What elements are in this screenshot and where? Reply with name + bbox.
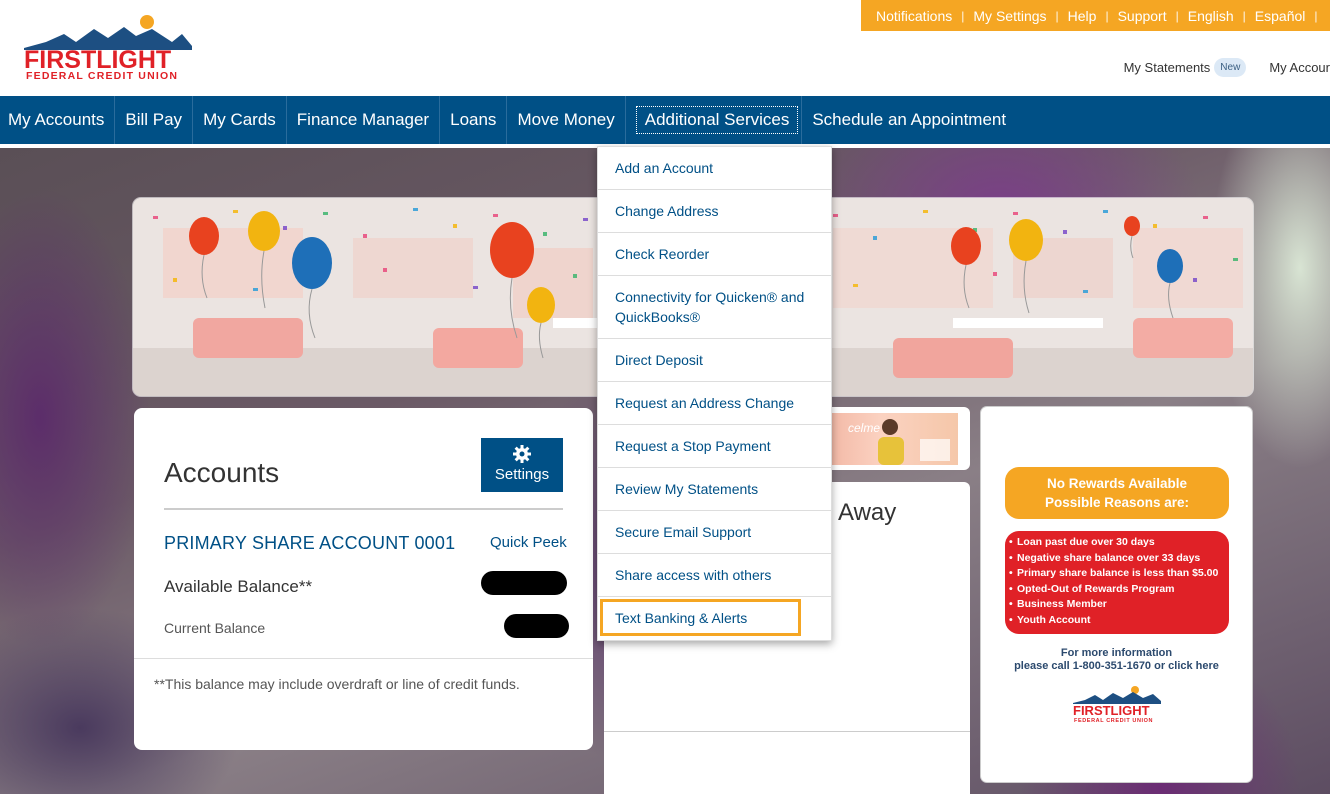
quick-peek-link[interactable]: Quick Peek bbox=[490, 534, 567, 551]
nav-loans[interactable]: Loans bbox=[440, 96, 508, 144]
account-name-link[interactable]: PRIMARY SHARE ACCOUNT 0001 bbox=[164, 533, 455, 554]
separator: | bbox=[1055, 8, 1059, 23]
menu-item-secure-email[interactable]: Secure Email Support bbox=[598, 511, 831, 554]
nav-my-cards[interactable]: My Cards bbox=[193, 96, 287, 144]
menu-item-check-reorder[interactable]: Check Reorder bbox=[598, 233, 831, 276]
main-nav: My Accounts Bill Pay My Cards Finance Ma… bbox=[0, 96, 1330, 144]
gear-icon bbox=[513, 445, 531, 463]
reason-item: Business Member bbox=[1005, 597, 1229, 613]
more-info-line2: please call 1-800-351-1670 or click here bbox=[1014, 660, 1219, 672]
reason-item: Youth Account bbox=[1005, 613, 1229, 629]
site-header: FIRSTLIGHT FEDERAL CREDIT UNION Notifica… bbox=[0, 0, 1330, 96]
additional-services-dropdown: Add an Account Change Address Check Reor… bbox=[597, 146, 832, 641]
svg-text:FEDERAL CREDIT UNION: FEDERAL CREDIT UNION bbox=[1074, 718, 1153, 723]
menu-item-change-address[interactable]: Change Address bbox=[598, 190, 831, 233]
menu-item-stop-payment[interactable]: Request a Stop Payment bbox=[598, 425, 831, 468]
accounts-title: Accounts bbox=[164, 457, 280, 488]
rewards-heading-line1: No Rewards Available bbox=[1046, 476, 1188, 491]
promo-person-illustration bbox=[878, 419, 950, 465]
divider bbox=[134, 658, 593, 659]
separator: | bbox=[1314, 8, 1318, 23]
utility-bar: Notifications | My Settings | Help | Sup… bbox=[861, 0, 1330, 31]
divider bbox=[164, 508, 563, 510]
nav-schedule-appointment[interactable]: Schedule an Appointment bbox=[802, 96, 1016, 144]
rewards-heading-line2: Possible Reasons are: bbox=[1044, 495, 1190, 510]
notifications-link[interactable]: Notifications bbox=[876, 8, 952, 24]
reason-item: Negative share balance over 33 days bbox=[1005, 551, 1229, 567]
menu-item-review-statements[interactable]: Review My Statements bbox=[598, 468, 831, 511]
separator: | bbox=[961, 8, 965, 23]
english-link[interactable]: English bbox=[1188, 8, 1234, 24]
separator: | bbox=[1175, 8, 1179, 23]
current-balance-label: Current Balance bbox=[164, 620, 266, 636]
divider bbox=[604, 731, 970, 732]
nav-bill-pay[interactable]: Bill Pay bbox=[115, 96, 194, 144]
settings-button[interactable]: Settings bbox=[481, 438, 563, 492]
accounts-card: Accounts Settings PRIMARY SHARE ACCOUNT … bbox=[134, 408, 593, 750]
menu-item-request-address-change[interactable]: Request an Address Change bbox=[598, 382, 831, 425]
reason-item: Opted-Out of Rewards Program bbox=[1005, 582, 1229, 598]
reason-item: Loan past due over 30 days bbox=[1005, 535, 1229, 551]
my-accounts-link[interactable]: My Accour bbox=[1269, 60, 1330, 75]
separator: | bbox=[1105, 8, 1109, 23]
menu-item-connectivity-quicken[interactable]: Connectivity for Quicken® and QuickBooks… bbox=[598, 276, 831, 339]
menu-item-direct-deposit[interactable]: Direct Deposit bbox=[598, 339, 831, 382]
rewards-reasons-list: Loan past due over 30 days Negative shar… bbox=[1005, 531, 1229, 634]
help-link[interactable]: Help bbox=[1068, 8, 1097, 24]
reason-item: Primary share balance is less than $5.00 bbox=[1005, 566, 1229, 582]
rewards-card[interactable]: No Rewards Available Possible Reasons ar… bbox=[981, 407, 1252, 782]
menu-item-text-banking-alerts[interactable]: Text Banking & Alerts bbox=[598, 597, 831, 640]
middle-heading: Away bbox=[838, 499, 897, 526]
nav-my-accounts[interactable]: My Accounts bbox=[0, 96, 116, 144]
nav-finance-manager[interactable]: Finance Manager bbox=[287, 96, 441, 144]
top-links: My Statements New My Accour bbox=[1124, 58, 1330, 77]
nav-additional-services[interactable]: Additional Services bbox=[626, 96, 803, 144]
nav-move-money[interactable]: Move Money bbox=[507, 96, 626, 144]
support-link[interactable]: Support bbox=[1118, 8, 1167, 24]
firstlight-logo[interactable]: FIRSTLIGHT FEDERAL CREDIT UNION bbox=[24, 12, 196, 82]
redacted-current-balance bbox=[504, 614, 569, 638]
new-badge: New bbox=[1214, 58, 1247, 77]
available-balance-label: Available Balance** bbox=[164, 577, 313, 596]
my-settings-link[interactable]: My Settings bbox=[973, 8, 1046, 24]
my-statements-link[interactable]: My Statements bbox=[1124, 60, 1211, 75]
settings-label: Settings bbox=[494, 466, 550, 483]
espanol-link[interactable]: Español bbox=[1255, 8, 1306, 24]
more-info-line1: For more information bbox=[1060, 647, 1173, 659]
svg-text:FIRSTLIGHT: FIRSTLIGHT bbox=[1073, 703, 1150, 718]
redacted-available-balance bbox=[481, 571, 567, 595]
balance-footnote: **This balance may include overdraft or … bbox=[154, 676, 520, 692]
svg-text:FEDERAL CREDIT UNION: FEDERAL CREDIT UNION bbox=[26, 70, 178, 82]
rewards-heading: No Rewards Available Possible Reasons ar… bbox=[1005, 467, 1229, 519]
menu-item-add-account[interactable]: Add an Account bbox=[598, 147, 831, 190]
separator: | bbox=[1242, 8, 1246, 23]
more-info-text[interactable]: For more information please call 1-800-3… bbox=[981, 647, 1252, 673]
menu-item-share-access[interactable]: Share access with others bbox=[598, 554, 831, 597]
promo-image: celme bbox=[830, 413, 958, 465]
firstlight-logo-small: FIRSTLIGHT FEDERAL CREDIT UNION bbox=[1073, 686, 1161, 723]
